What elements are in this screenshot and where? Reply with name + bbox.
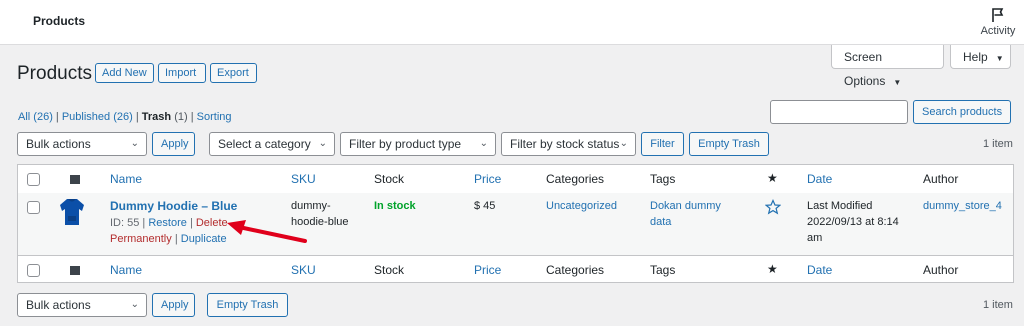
column-date[interactable]: Date xyxy=(807,165,832,193)
chevron-down-icon: ⌄ xyxy=(130,299,139,310)
flag-icon xyxy=(992,8,1004,22)
column-name[interactable]: Name xyxy=(110,165,142,193)
status-filter-links: All (26) | Published (26) | Trash (1) | … xyxy=(18,111,232,123)
search-products-button[interactable]: Search products xyxy=(913,100,1011,124)
column-date[interactable]: Date xyxy=(807,256,832,284)
product-id: ID: 55 xyxy=(110,217,140,229)
stock-status-select[interactable]: Filter by stock status ⌄ xyxy=(501,132,636,156)
author-link[interactable]: dummy_store_4 xyxy=(923,198,1002,214)
sku-line-1: dummy- xyxy=(291,200,331,212)
column-author: Author xyxy=(923,263,959,277)
separator: | xyxy=(190,111,194,123)
column-tags: Tags xyxy=(650,263,676,277)
annotation-arrow xyxy=(227,220,307,243)
import-button[interactable]: Import xyxy=(158,63,206,83)
tag-link-line-1[interactable]: Dokan dummy xyxy=(650,198,721,214)
column-categories: Categories xyxy=(546,263,605,277)
column-categories: Categories xyxy=(546,172,605,186)
star-icon[interactable]: ★ xyxy=(767,171,778,185)
chevron-down-icon: ⌄ xyxy=(479,138,488,149)
column-price[interactable]: Price xyxy=(474,165,501,193)
bulk-actions-select[interactable]: Bulk actions ⌄ xyxy=(17,132,147,156)
row-actions: ID: 55 | Restore | Delete xyxy=(110,217,228,229)
duplicate-link[interactable]: Duplicate xyxy=(181,233,227,245)
top-bar-title: Products xyxy=(33,14,86,28)
product-name-link[interactable]: Dummy Hoodie – Blue xyxy=(110,198,237,214)
chevron-down-icon: ⌄ xyxy=(619,138,628,149)
status-link-trash[interactable]: Trash (1) xyxy=(142,111,188,123)
tag-link-line-2[interactable]: data xyxy=(650,214,671,230)
column-tags: Tags xyxy=(650,172,676,186)
separator: | xyxy=(135,111,139,123)
row-checkbox[interactable] xyxy=(27,201,40,214)
screen-options-button[interactable]: Screen Options ▼ xyxy=(831,45,944,88)
bulk-actions-select-bottom[interactable]: Bulk actions ⌄ xyxy=(17,293,147,317)
price: $ 45 xyxy=(474,200,496,212)
status-link-sorting[interactable]: Sorting xyxy=(197,111,232,123)
category-select[interactable]: Select a category ⌄ xyxy=(209,132,335,156)
column-sku[interactable]: SKU xyxy=(291,256,316,284)
stock-status: In stock xyxy=(374,200,416,212)
table-header-row: Name SKU Stock Price Categories Tags ★ D… xyxy=(18,165,1013,194)
item-count: 1 item xyxy=(983,138,1013,150)
chevron-down-icon: ⌄ xyxy=(318,138,327,149)
screen-options-label: Screen Options xyxy=(844,50,886,88)
product-thumbnail[interactable] xyxy=(58,197,86,227)
row-actions-line-2: Permanently | Duplicate xyxy=(110,233,227,245)
column-author: Author xyxy=(923,172,959,186)
caret-down-icon: ▼ xyxy=(995,54,1004,63)
separator: | xyxy=(55,111,59,123)
page-title: Products xyxy=(17,63,92,84)
products-table: Name SKU Stock Price Categories Tags ★ D… xyxy=(17,164,1014,283)
image-icon xyxy=(70,175,80,184)
item-count-bottom: 1 item xyxy=(983,299,1013,311)
status-link-all[interactable]: All (26) xyxy=(18,111,53,123)
image-icon xyxy=(70,266,80,275)
apply-button[interactable]: Apply xyxy=(152,132,195,156)
activity-button[interactable]: Activity xyxy=(978,7,1018,37)
date-line-2: 2022/09/13 at 8:14 xyxy=(807,216,899,228)
column-sku[interactable]: SKU xyxy=(291,165,316,193)
apply-button-bottom[interactable]: Apply xyxy=(152,293,195,317)
category-link[interactable]: Uncategorized xyxy=(546,198,617,214)
caret-down-icon: ▼ xyxy=(893,78,902,87)
select-all-checkbox-bottom[interactable] xyxy=(27,264,40,277)
column-stock: Stock xyxy=(374,263,405,277)
empty-trash-button-bottom[interactable]: Empty Trash xyxy=(207,293,288,317)
date-line-1: Last Modified xyxy=(807,200,873,212)
select-all-checkbox[interactable] xyxy=(27,173,40,186)
filter-button[interactable]: Filter xyxy=(641,132,684,156)
column-name[interactable]: Name xyxy=(110,256,142,284)
empty-trash-button[interactable]: Empty Trash xyxy=(689,132,769,156)
column-price[interactable]: Price xyxy=(474,256,501,284)
chevron-down-icon: ⌄ xyxy=(130,138,139,149)
featured-star-icon[interactable] xyxy=(765,199,781,215)
export-button[interactable]: Export xyxy=(210,63,257,83)
column-stock: Stock xyxy=(374,172,405,186)
restore-link[interactable]: Restore xyxy=(148,217,187,229)
add-new-button[interactable]: Add New xyxy=(95,63,154,83)
date-line-3: am xyxy=(807,232,823,244)
delete-permanently-link-cont[interactable]: Permanently xyxy=(110,233,172,245)
activity-label: Activity xyxy=(980,25,1016,37)
search-input[interactable] xyxy=(770,100,908,124)
status-link-published[interactable]: Published (26) xyxy=(62,111,133,123)
table-row: Dummy Hoodie – Blue ID: 55 | Restore | D… xyxy=(18,193,1013,255)
table-footer-row: Name SKU Stock Price Categories Tags ★ D… xyxy=(18,255,1013,284)
star-icon[interactable]: ★ xyxy=(767,262,778,276)
help-label: Help xyxy=(963,50,988,64)
top-bar: Products Activity xyxy=(0,0,1024,45)
delete-permanently-link[interactable]: Delete xyxy=(196,217,228,229)
product-type-select[interactable]: Filter by product type ⌄ xyxy=(340,132,496,156)
help-button[interactable]: Help ▼ xyxy=(950,45,1011,69)
